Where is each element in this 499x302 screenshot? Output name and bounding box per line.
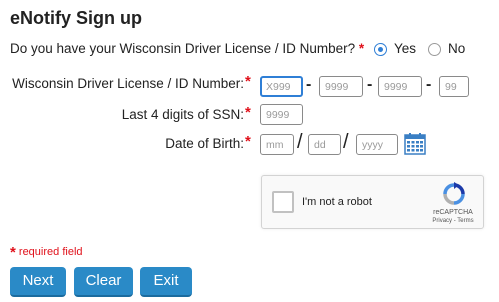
clear-button[interactable]: Clear xyxy=(74,267,133,297)
license-separator: - xyxy=(426,76,432,93)
required-mark: * xyxy=(245,133,251,150)
license-label: Wisconsin Driver License / ID Number: xyxy=(12,76,244,91)
recaptcha-privacy-link[interactable]: Privacy xyxy=(432,218,452,224)
recaptcha-logo-icon xyxy=(442,182,466,206)
page-title: eNotify Sign up xyxy=(10,8,142,28)
required-mark: * xyxy=(10,244,16,261)
recaptcha-label: I'm not a robot xyxy=(302,196,372,208)
license-separator: - xyxy=(367,76,373,93)
license-separator: - xyxy=(306,76,312,93)
license-part-4-input[interactable] xyxy=(439,76,469,97)
license-question-text: Do you have your Wisconsin Driver Licens… xyxy=(10,41,356,56)
ssn-label: Last 4 digits of SSN: xyxy=(121,107,244,122)
required-field-note: * required field xyxy=(10,242,83,261)
ssn-input[interactable] xyxy=(260,104,303,125)
license-question: Do you have your Wisconsin Driver Licens… xyxy=(10,41,364,56)
radio-yes[interactable] xyxy=(374,43,387,56)
dob-label: Date of Birth: xyxy=(165,136,244,151)
next-button[interactable]: Next xyxy=(10,267,66,297)
required-mark: * xyxy=(245,104,251,121)
radio-no-label[interactable]: No xyxy=(448,41,465,56)
required-mark: * xyxy=(358,41,365,56)
recaptcha-terms: Privacy - Terms xyxy=(426,218,480,224)
recaptcha-terms-link[interactable]: Terms xyxy=(457,218,473,224)
required-mark: * xyxy=(245,73,251,90)
recaptcha-checkbox[interactable] xyxy=(272,191,294,213)
dob-separator: / xyxy=(343,131,349,153)
license-part-2-input[interactable] xyxy=(319,76,363,97)
recaptcha-widget: I'm not a robot reCAPTCHA Privacy - Term… xyxy=(261,175,484,229)
dob-separator: / xyxy=(297,131,303,153)
license-part-1-input[interactable] xyxy=(260,76,303,97)
dob-day-input[interactable] xyxy=(308,134,341,155)
exit-button[interactable]: Exit xyxy=(140,267,192,297)
dob-year-input[interactable] xyxy=(356,134,398,155)
calendar-icon[interactable] xyxy=(404,133,426,155)
required-field-text: required field xyxy=(18,246,83,258)
radio-no[interactable] xyxy=(428,43,441,56)
license-part-3-input[interactable] xyxy=(378,76,422,97)
recaptcha-brand: reCAPTCHA xyxy=(433,209,473,216)
dob-month-input[interactable] xyxy=(260,134,294,155)
radio-yes-label[interactable]: Yes xyxy=(394,41,416,56)
